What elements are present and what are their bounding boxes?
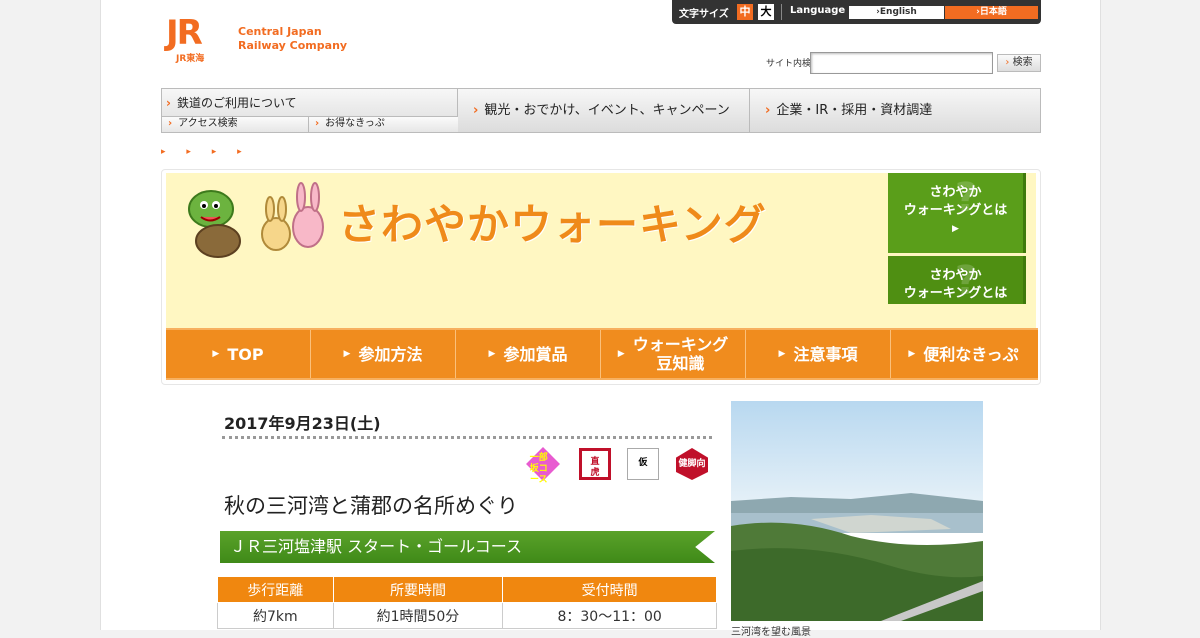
triangle-right-icon: ▶ [778,348,786,359]
dotted-divider [222,436,712,440]
mascot-illustration [188,182,324,258]
event-date: 2017年9月23日(土) [224,414,381,433]
nav-access-search[interactable]: › アクセス検索 [162,116,309,132]
subnav-label: TOP [227,344,264,364]
table-cell: 約1時間50分 [332,602,504,629]
jr-central-logo[interactable]: JR JR東海 Central Japan Railway Company [166,16,366,66]
table-header: 所要時間 [332,576,504,603]
english-button[interactable]: ›English [849,6,944,19]
nav-corporate-label: 企業・IR・採用・資材調達 [776,103,933,118]
triangle-right-icon: ▶ [488,348,496,359]
triangle-right-icon: ▶ [908,348,916,359]
font-size-large-button[interactable]: 大 [758,4,774,20]
subnav-label: 注意事項 [793,344,858,364]
chevron-right-icon: › [168,118,173,129]
search-button-label: 検索 [1012,57,1033,68]
walking-subnav: ▶ TOP ▶ 参加方法 ▶ 参加賞品 ▶ ウォーキング 豆知識 ▶ 注意事項 ▶ 便利なき… [166,328,1038,380]
table-header-row: 歩行距離 所要時間 受付時間 [217,576,717,603]
font-size-label: 文字サイズ [679,9,729,20]
nav-corporate[interactable]: › 企業・IR・採用・資材調達 [751,89,1041,132]
nav-tickets-label: お得なきっぷ [325,118,385,129]
question-mark-icon: ? [954,258,978,304]
course-title: 秋の三河湾と蒲郡の名所めぐり [224,494,518,518]
japanese-button[interactable]: ›日本語 [945,6,1038,19]
nav-rail-usage: › 鉄道のご利用について › アクセス検索 › お得なきっぷ [162,89,458,132]
subnav-label: 便利なきっぷ [923,344,1019,364]
banner-title: さわやかウォーキング [338,200,767,249]
table-cell: 8：30～11：00 [502,602,717,629]
nav-tourism[interactable]: › 観光・おでかけ、イベント、キャンペーン [459,89,750,132]
event-info-table: 歩行距離 所要時間 受付時間 約7km 約1時間50分 8：30～11：00 [217,576,717,629]
nav-access-label: アクセス検索 [178,118,238,129]
chevron-right-icon: › [473,103,479,118]
about-walking-button[interactable]: ? さわやか ウォーキングとは ▶ [888,173,1026,253]
logo-jr-mark: JR [166,13,203,53]
subnav-notes[interactable]: ▶ 注意事項 [746,330,891,378]
triangle-right-icon: ▶ [343,348,351,359]
nav-tourism-label: 観光・おでかけ、イベント、キャンペーン [484,103,730,118]
english-label: English [879,7,917,17]
nav-rail-link[interactable]: › 鉄道のご利用について [166,94,297,111]
subnav-top[interactable]: ▶ TOP [166,330,311,378]
utility-bar: 文字サイズ 中 大 Language ›English ›日本語 [672,0,1041,24]
table-row: 約7km 約1時間50分 8：30～11：00 [217,602,717,629]
chevron-right-icon: › [315,118,320,129]
nav-rail-label: 鉄道のご利用について [176,96,297,110]
table-cell: 約7km [217,602,334,629]
advanced-walker-badge-icon: 健脚向 [676,448,708,480]
subnav-walking-tips[interactable]: ▶ ウォーキング 豆知識 [601,330,746,378]
subnav-tickets[interactable]: ▶ 便利なきっぷ [891,330,1036,378]
subnav-prizes[interactable]: ▶ 参加賞品 [456,330,601,378]
table-header: 歩行距離 [217,576,334,603]
temporary-badge-icon: 仮 [627,448,659,480]
breadcrumb[interactable]: ▸ ▸ ▸ ▸ [161,147,251,157]
course-photo [731,401,983,621]
triangle-right-icon: ▶ [617,348,625,359]
about-walking-button-hover[interactable]: ? さわやか ウォーキングとは [888,256,1026,304]
nav-tickets[interactable]: › お得なきっぷ [309,116,458,132]
triangle-right-icon: ▶ [212,348,220,359]
page-container: JR JR東海 Central Japan Railway Company 文字… [100,0,1101,638]
font-size-medium-button[interactable]: 中 [737,4,753,20]
divider [781,4,782,20]
chevron-right-icon: › [765,103,771,118]
photo-caption: 三河湾を望む風景 [731,627,811,638]
triangle-right-icon: ▶ [952,224,959,234]
company-name: Central Japan Railway Company [238,25,348,52]
chevron-right-icon: › [166,96,171,110]
global-nav: › 鉄道のご利用について › アクセス検索 › お得なきっぷ › 観光・おでかけ、イベン… [161,88,1041,133]
subnav-how-to-join[interactable]: ▶ 参加方法 [311,330,456,378]
logo-jr-sub: JR東海 [176,54,205,64]
language-label: Language [790,5,846,16]
japanese-label: 日本語 [979,7,1007,17]
subnav-label: 参加賞品 [503,344,568,364]
question-mark-icon: ? [954,175,978,221]
search-input[interactable] [810,52,993,74]
chevron-right-icon: › [1005,57,1010,68]
partial-slope-badge-icon: 一部 坂コース [526,447,560,485]
subnav-label: 参加方法 [358,344,423,364]
course-start-bar: ＪＲ三河塩津駅 スタート・ゴールコース [220,531,715,563]
table-header: 受付時間 [502,576,717,603]
search-button[interactable]: › 検索 [997,54,1041,72]
naotora-badge-icon: 直 虎 [579,448,611,480]
subnav-label: ウォーキング 豆知識 [632,335,729,373]
